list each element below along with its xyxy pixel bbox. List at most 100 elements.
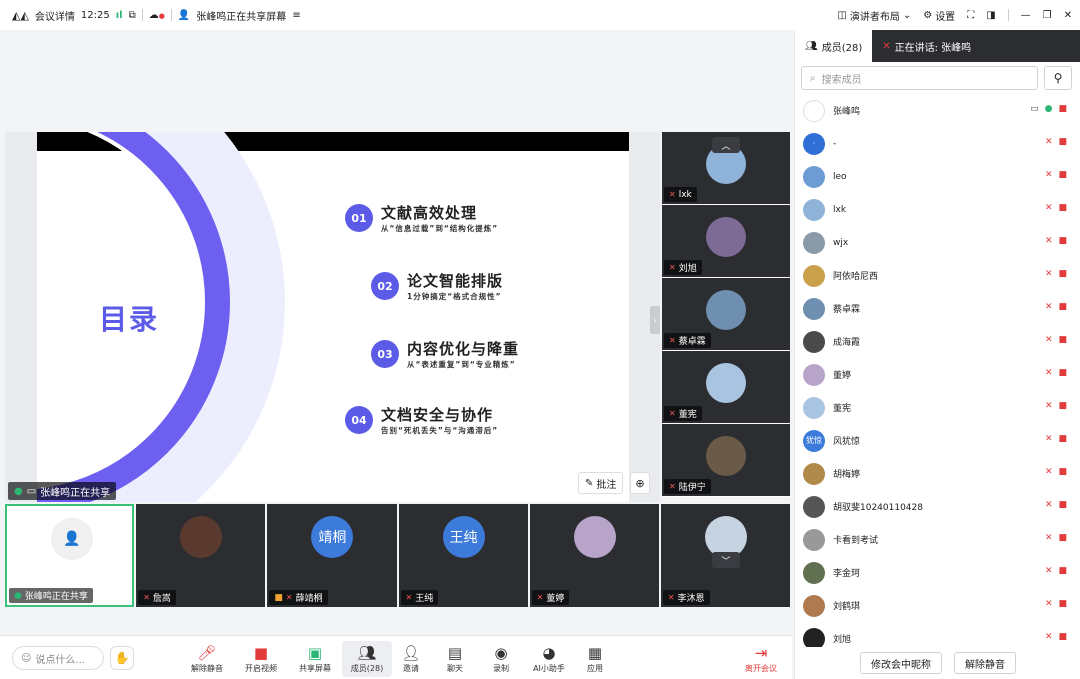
member-row[interactable]: 蔡卓霖 ✕ ■ (795, 292, 1080, 325)
camera-off-icon: ■ (1058, 599, 1067, 609)
divider (141, 9, 143, 21)
avatar (706, 436, 746, 476)
video-tile[interactable]: 王纯 ✕ 王纯 (398, 504, 528, 607)
participant-name: lxk (678, 189, 692, 200)
video-tile[interactable]: ✕ 詹嵩 (136, 504, 266, 607)
video-tile-self[interactable]: 👤 ● 张峰鸣正在共享 (5, 504, 135, 607)
mic-off-icon: ✕ (1044, 434, 1053, 444)
tile-name-tag: ✕ lxk (664, 187, 697, 202)
settings-label: 设置 (935, 11, 956, 23)
scroll-up-button[interactable]: ︿ (712, 137, 740, 153)
meeting-details-link[interactable]: 会议详情 (35, 8, 75, 23)
member-row[interactable]: leo ✕ ■ (795, 160, 1080, 193)
video-tile[interactable]: ✕ 蔡卓霖 (662, 278, 790, 351)
toc-item-title: 文献高效处理 (381, 204, 478, 222)
avatar (803, 363, 825, 386)
mic-off-icon: ✕ (1044, 335, 1053, 345)
quick-chat-input[interactable]: ☺ 说点什么... (12, 646, 104, 670)
mic-muted-icon: 🎤︎ (197, 643, 217, 662)
signal-icon: ıl (115, 9, 123, 21)
search-placeholder: 搜索成员 (821, 74, 862, 86)
unmute-button[interactable]: 🎤︎ 解除静音 (182, 641, 232, 677)
member-search-input[interactable]: ⌕ 搜索成员 (801, 66, 1038, 90)
mic-off-icon: ✕ (1044, 401, 1053, 411)
invite-button[interactable]: 👤︎ 邀请 (386, 641, 436, 677)
apps-button[interactable]: ▦ 应用 (570, 641, 620, 677)
leave-meeting-button[interactable]: ⇥ 离开会议 (736, 641, 786, 677)
video-tile[interactable]: ✕ 董宪 (662, 351, 790, 424)
layout-button[interactable]: ◫ 演讲者布局 ⌄ (837, 8, 911, 23)
members-button[interactable]: 👥︎ 成员(28) (342, 641, 392, 677)
unmute-all-button[interactable]: 解除静音 (954, 652, 1016, 674)
member-row[interactable]: 张峰鸣 ▭ ● ■ (795, 94, 1080, 127)
annotate-button[interactable]: ✎ 批注 (578, 472, 624, 494)
member-row[interactable]: 胡驭斐10240110428 ✕ ■ (795, 490, 1080, 523)
ai-assistant-button[interactable]: ◕ AI小助手 (524, 641, 574, 677)
mic-off-icon: ✕ (669, 263, 676, 272)
external-link-icon[interactable]: ⧉ (129, 10, 136, 21)
mic-off-icon: ✕ (1044, 599, 1053, 609)
layout-label: 演讲者布局 (849, 11, 900, 23)
minimize-icon[interactable]: — (1021, 10, 1031, 21)
member-row[interactable]: wjx ✕ ■ (795, 226, 1080, 259)
add-member-button[interactable]: ⚲ (1044, 66, 1072, 90)
settings-button[interactable]: ⚙ 设置 (923, 8, 955, 23)
sidebar-toggle-icon[interactable]: ◨ (986, 10, 995, 21)
member-status: ▭ ● ■ (1030, 104, 1067, 114)
member-row[interactable]: 成海霞 ✕ ■ (795, 325, 1080, 358)
chevron-up-icon: ︿ (721, 141, 731, 152)
video-tile[interactable]: ✕ 刘旭 (662, 205, 790, 278)
member-row[interactable]: 董宪 ✕ ■ (795, 391, 1080, 424)
gear-icon: ⚙ (923, 9, 933, 21)
mic-off-icon: ✕ (669, 409, 676, 418)
share-screen-button[interactable]: ▣ 共享屏幕 (290, 641, 340, 677)
avatar: · (803, 132, 825, 155)
toc-item-title: 论文智能排版 (407, 272, 504, 290)
annotate-label: 批注 (596, 479, 617, 491)
member-row[interactable]: 董婷 ✕ ■ (795, 358, 1080, 391)
tile-name-tag: ✕ 詹嵩 (138, 590, 176, 605)
hamburger-icon[interactable]: ≡ (292, 10, 300, 21)
tab-members[interactable]: 👥︎ 成员(28) (795, 30, 872, 62)
chat-button[interactable]: ▤ 聊天 (430, 641, 480, 677)
zoom-button[interactable]: ⊕ (630, 472, 650, 494)
member-row[interactable]: lxk ✕ ■ (795, 193, 1080, 226)
mic-off-icon: ✕ (1044, 302, 1053, 312)
layout-icon: ◫ (837, 9, 847, 21)
video-tile[interactable]: 靖桐 ■ ✕ 薛靖桐 (267, 504, 397, 607)
participant-name: 董宪 (678, 410, 697, 420)
avatar (803, 561, 825, 584)
camera-off-icon: ■ (1058, 335, 1067, 345)
tile-name-tag: ✕ 刘旭 (664, 260, 702, 275)
raise-hand-button[interactable]: ✋ (110, 646, 134, 670)
tile-name-tag: ● 张峰鸣正在共享 (9, 588, 93, 603)
fullscreen-icon[interactable]: ⛶ (967, 10, 974, 21)
video-tile[interactable]: ✕ 陆伊宁 (662, 424, 790, 497)
avatar (706, 217, 746, 257)
member-row[interactable]: 李金珂 ✕ ■ (795, 556, 1080, 589)
member-row[interactable]: 卡看到考试 ✕ ■ (795, 523, 1080, 556)
member-row[interactable]: 阿依哈尼西 ✕ ■ (795, 259, 1080, 292)
cloud-record-icon[interactable]: ☁● (149, 10, 165, 21)
member-name: 董婷 (833, 371, 852, 381)
close-icon[interactable]: ✕ (1064, 10, 1072, 21)
member-name: 成海霞 (833, 338, 861, 348)
ai-assistant-icon: ◕ (542, 643, 556, 662)
toolbar-label: 成员(28) (350, 663, 384, 673)
participant-name: 詹嵩 (152, 594, 171, 604)
collapse-sidebar-handle[interactable]: › (650, 306, 660, 334)
member-row[interactable]: 胡梅婷 ✕ ■ (795, 457, 1080, 490)
member-row[interactable]: 犹惊 风犹惊 ✕ ■ (795, 424, 1080, 457)
video-tile[interactable]: ✕ 董婷 (529, 504, 659, 607)
rename-button[interactable]: 修改会中昵称 (860, 652, 942, 674)
restore-icon[interactable]: ❐ (1043, 10, 1052, 21)
member-row[interactable]: · - ✕ ■ (795, 127, 1080, 160)
speaking-label: 正在讲话: 张峰鸣 (894, 42, 972, 54)
record-button[interactable]: ◉ 录制 (476, 641, 526, 677)
start-video-button[interactable]: ■ 开启视频 (236, 641, 286, 677)
member-status: ✕ ■ (1045, 368, 1067, 378)
member-row[interactable]: 刘鹤琪 ✕ ■ (795, 589, 1080, 622)
toolbar-label: 开启视频 (245, 663, 277, 673)
scroll-down-button[interactable]: ﹀ (712, 552, 740, 568)
camera-off-icon: ■ (1058, 632, 1067, 642)
